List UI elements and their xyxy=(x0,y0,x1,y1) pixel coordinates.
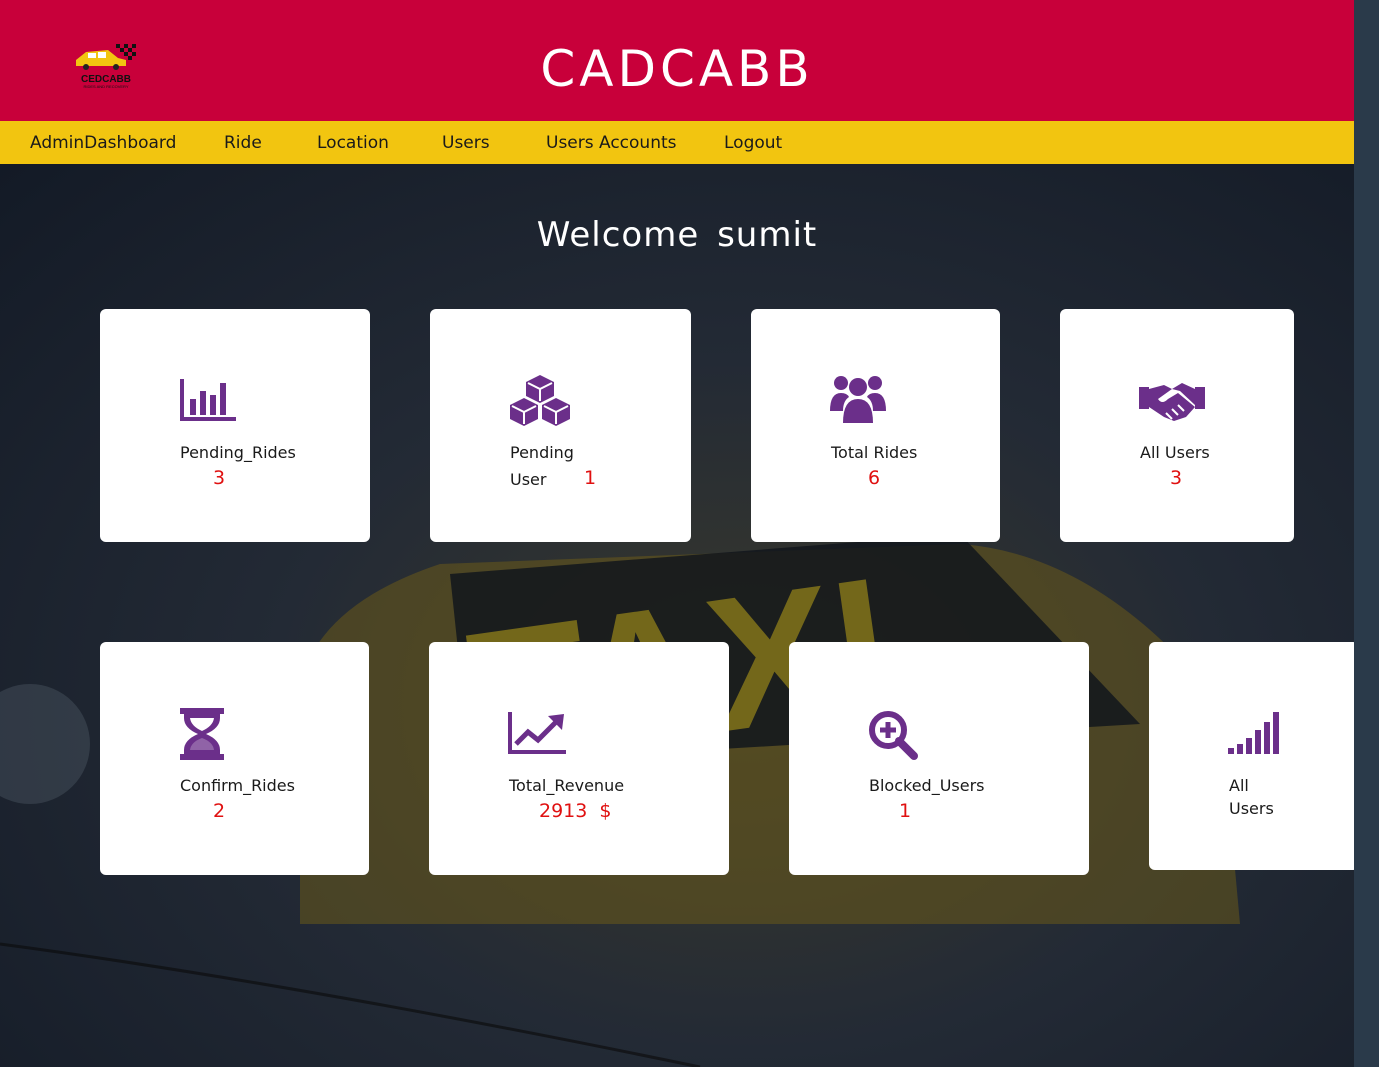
card-value: 3 xyxy=(1170,467,1183,489)
welcome-heading: Welcome sumit xyxy=(536,215,818,255)
card-blocked-users[interactable]: Blocked_Users 1 xyxy=(789,642,1089,875)
search-plus-icon xyxy=(868,710,918,764)
line-chart-icon xyxy=(508,710,568,760)
site-title: CADCABB xyxy=(540,40,814,98)
scrollbar[interactable] xyxy=(1354,0,1379,1067)
card-label: Pending_Rides xyxy=(180,443,296,462)
card-value: 1 xyxy=(899,800,912,822)
card-label: All Users xyxy=(1140,443,1210,462)
nav-item-admin-dashboard[interactable]: AdminDashboard xyxy=(30,133,176,153)
card-value: 2913 $ xyxy=(539,800,612,822)
nav-item-users-accounts[interactable]: Users Accounts xyxy=(546,133,677,153)
users-group-icon xyxy=(829,373,887,429)
card-label-line2: Users xyxy=(1229,799,1274,818)
nav-bar: AdminDashboard Ride Location Users Users… xyxy=(0,121,1354,164)
card-value: 2 xyxy=(213,800,226,822)
card-label-line1: Pending xyxy=(510,443,574,462)
card-value: 6 xyxy=(868,467,881,489)
signal-icon xyxy=(1228,710,1280,760)
card-all-users-signal[interactable]: All Users xyxy=(1149,642,1359,870)
bar-chart-icon xyxy=(180,377,238,427)
card-pending-user[interactable]: Pending User 1 xyxy=(430,309,691,542)
card-value: 1 xyxy=(584,467,597,489)
card-label-line1: All xyxy=(1229,776,1249,795)
header: CEDCABB RIDES AND RECOVERY CADCABB xyxy=(0,0,1354,121)
card-all-users[interactable]: All Users 3 xyxy=(1060,309,1294,542)
nav-item-location[interactable]: Location xyxy=(317,133,389,153)
card-confirm-rides[interactable]: Confirm_Rides 2 xyxy=(100,642,369,875)
nav-item-users[interactable]: Users xyxy=(442,133,490,153)
card-label: Confirm_Rides xyxy=(180,776,295,795)
card-label: Total_Revenue xyxy=(509,776,625,795)
card-label: Total Rides xyxy=(831,443,918,462)
card-pending-rides[interactable]: Pending_Rides 3 xyxy=(100,309,370,542)
card-label: Blocked_Users xyxy=(869,776,985,795)
card-label-line2: User xyxy=(510,470,547,489)
background-image: TAXI xyxy=(0,164,1354,1067)
cubes-icon xyxy=(509,374,571,430)
nav-item-ride[interactable]: Ride xyxy=(224,133,262,153)
nav-item-logout[interactable]: Logout xyxy=(724,133,782,153)
card-total-rides[interactable]: Total Rides 6 xyxy=(751,309,1000,542)
hourglass-icon xyxy=(179,708,225,764)
card-value: 3 xyxy=(213,467,226,489)
card-total-revenue[interactable]: Total_Revenue 2913 $ xyxy=(429,642,729,875)
handshake-icon xyxy=(1138,379,1206,427)
